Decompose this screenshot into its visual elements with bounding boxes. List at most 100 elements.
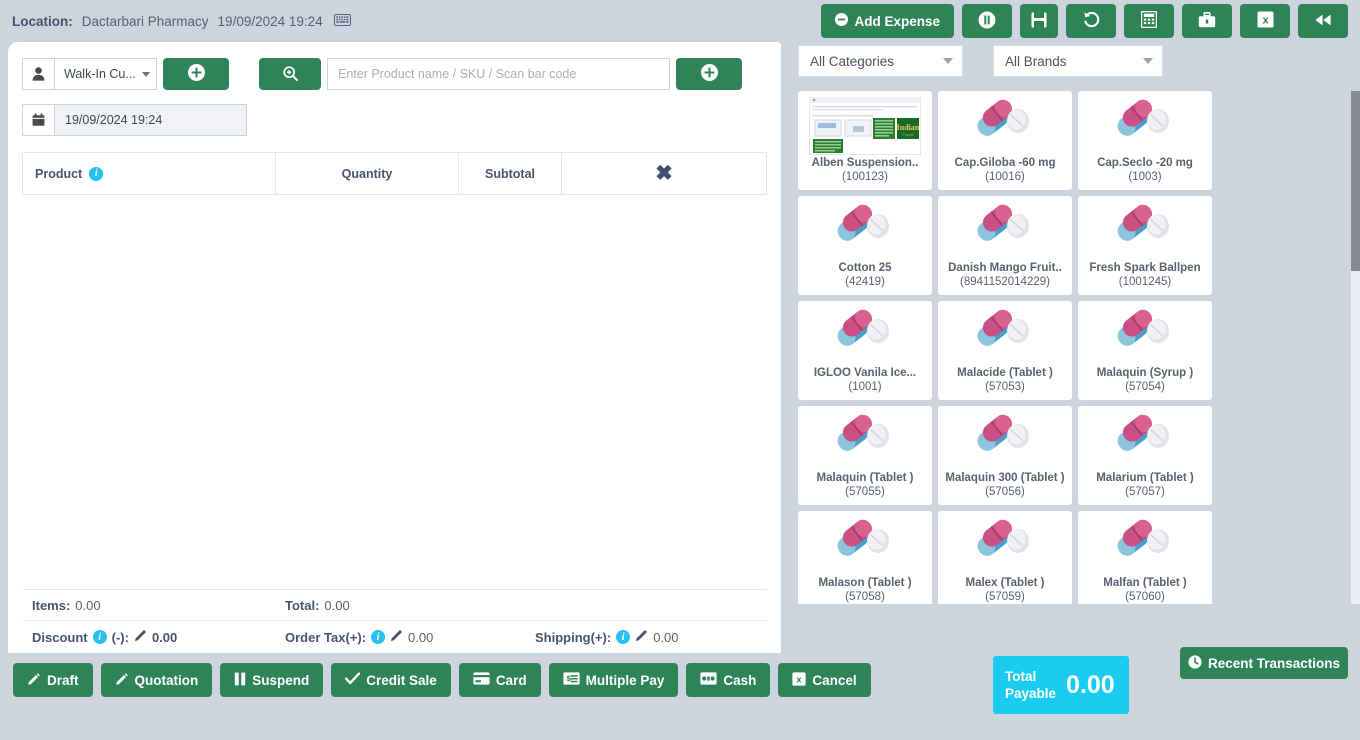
product-tile[interactable]: Cotton 25(42419): [798, 196, 932, 295]
edit-pencil-icon[interactable]: [390, 629, 403, 645]
calculator-button[interactable]: [1124, 4, 1174, 38]
collapse-button[interactable]: [1298, 4, 1348, 38]
plus-circle-icon: [701, 64, 718, 84]
pills-icon: [1115, 411, 1175, 471]
catalog-filters: All Categories All Brands: [790, 42, 1360, 77]
product-tile[interactable]: Malarium (Tablet )(57057): [1078, 406, 1212, 505]
product-tile[interactable]: Malaquin (Syrup )(57054): [1078, 301, 1212, 400]
add-expense-label: Add Expense: [854, 14, 940, 29]
cancel-button[interactable]: xCancel: [778, 663, 870, 697]
product-search-button[interactable]: [259, 58, 321, 90]
order-panel: Walk-In Cu...: [8, 42, 781, 653]
briefcase-icon: [1198, 12, 1216, 31]
quotation-button[interactable]: Quotation: [101, 663, 213, 697]
add-customer-button[interactable]: [163, 58, 229, 90]
product-tile-sku: (57060): [1125, 590, 1165, 604]
recent-transactions-button[interactable]: Recent Transactions: [1180, 647, 1348, 679]
pills-icon: [1115, 201, 1175, 261]
customer-select[interactable]: Walk-In Cu...: [54, 58, 157, 90]
items-total: Items: 0.00: [32, 598, 285, 613]
multiple-pay-button-label: Multiple Pay: [586, 673, 665, 688]
totals-row-secondary: Discount i (-): 0.00 Order Tax(+): i 0.0…: [22, 620, 767, 653]
product-tile-name: Cotton 25: [838, 261, 891, 275]
multiple-pay-button[interactable]: $Multiple Pay: [549, 663, 679, 697]
draft-button[interactable]: Draft: [13, 663, 93, 697]
product-tile[interactable]: IGLOO Vanila Ice...(1001): [798, 301, 932, 400]
category-filter-select[interactable]: All Categories: [798, 45, 963, 77]
column-header-subtotal: Subtotal: [459, 153, 562, 194]
pause-button[interactable]: [962, 4, 1012, 38]
refresh-button[interactable]: [1066, 4, 1116, 38]
product-tile[interactable]: Malaquin 300 (Tablet )(57056): [938, 406, 1072, 505]
cash-button[interactable]: Cash: [686, 663, 770, 697]
product-tile[interactable]: Malex (Tablet )(57059): [938, 511, 1072, 604]
product-tile[interactable]: IndianForestAlben Suspension..(100123): [798, 91, 932, 190]
header-datetime: 19/09/2024 19:24: [218, 14, 323, 29]
product-tile-sku: (100123): [842, 170, 888, 185]
location-value: Dactarbari Pharmacy: [82, 14, 209, 29]
product-tile-name: Malaquin (Syrup ): [1097, 366, 1193, 380]
order-date-field[interactable]: 19/09/2024 19:24: [54, 104, 247, 136]
rewind-icon: [1313, 13, 1333, 30]
card-button[interactable]: Card: [459, 663, 541, 697]
product-tile-sku: (57058): [845, 590, 885, 604]
suspend-button[interactable]: Suspend: [220, 663, 323, 697]
add-product-button[interactable]: [676, 58, 742, 90]
product-tile[interactable]: Malaquin (Tablet )(57055): [798, 406, 932, 505]
edit-pencil-icon: [115, 672, 129, 689]
scrollbar-thumb[interactable]: [1351, 91, 1360, 271]
shipping-value: 0.00: [653, 630, 678, 645]
pills-icon: [835, 306, 895, 366]
product-tile-name: Malarium (Tablet ): [1096, 471, 1194, 485]
product-tile-sku: (57059): [985, 590, 1025, 604]
product-tile-name: Malason (Tablet ): [818, 576, 911, 590]
product-tile[interactable]: Fresh Spark Ballpen(1001245): [1078, 196, 1212, 295]
pos-app: Location: Dactarbari Pharmacy 19/09/2024…: [0, 0, 1360, 740]
info-icon[interactable]: i: [93, 630, 107, 644]
info-icon[interactable]: i: [371, 630, 385, 644]
footer-action-buttons: DraftQuotationSuspendCredit SaleCard$Mul…: [13, 663, 871, 697]
product-tile[interactable]: Cap.Giloba -60 mg(10016): [938, 91, 1072, 190]
check-icon: [345, 672, 360, 688]
pills-icon: [975, 306, 1035, 366]
close-x-icon: ✖: [655, 163, 673, 184]
edit-pencil-icon[interactable]: [134, 629, 147, 645]
chevron-down-icon: [142, 72, 150, 77]
info-icon[interactable]: i: [616, 630, 630, 644]
product-tile[interactable]: Danish Mango Fruit..(8941152014229): [938, 196, 1072, 295]
credit-sale-button[interactable]: Credit Sale: [331, 663, 451, 697]
discount-total: Discount i (-): 0.00: [32, 629, 285, 645]
toolbox-button[interactable]: [1182, 4, 1232, 38]
product-search-group: [259, 58, 670, 90]
product-tile-sku: (1001245): [1119, 275, 1171, 290]
brand-filter-select[interactable]: All Brands: [993, 45, 1163, 77]
product-tile-name: Danish Mango Fruit..: [948, 261, 1062, 275]
location-label: Location:: [12, 14, 73, 29]
add-expense-button[interactable]: Add Expense: [821, 4, 954, 38]
product-search-input[interactable]: [327, 58, 670, 90]
pause-icon: [234, 672, 246, 689]
product-grid-scrollbar[interactable]: [1351, 91, 1360, 604]
product-tile-name: Fresh Spark Ballpen: [1089, 261, 1200, 275]
clear-all-items-button[interactable]: ✖: [562, 153, 766, 194]
product-tile-sku: (57056): [985, 485, 1025, 500]
product-tile-name: Malaquin 300 (Tablet ): [945, 471, 1064, 485]
product-tile-sku: (57054): [1125, 380, 1165, 395]
product-tile[interactable]: Malfan (Tablet )(57060): [1078, 511, 1212, 604]
svg-text:x: x: [1262, 15, 1269, 27]
clock-icon: [1188, 655, 1202, 672]
pause-circle-icon: [978, 11, 996, 32]
close-register-button[interactable]: x: [1240, 4, 1290, 38]
product-tile-name: Malacide (Tablet ): [957, 366, 1053, 380]
product-tile[interactable]: Malason (Tablet )(57058): [798, 511, 932, 604]
keyboard-icon[interactable]: [334, 14, 351, 29]
order-tax-value: 0.00: [408, 630, 433, 645]
info-icon[interactable]: i: [89, 167, 103, 181]
toolbar-buttons: Add Expense: [821, 4, 1348, 38]
edit-pencil-icon[interactable]: [635, 629, 648, 645]
cash-button-label: Cash: [723, 673, 756, 688]
product-tile[interactable]: Cap.Seclo -20 mg(1003): [1078, 91, 1212, 190]
product-tile-name: IGLOO Vanila Ice...: [814, 366, 916, 380]
save-register-button[interactable]: [1020, 4, 1058, 38]
product-tile[interactable]: Malacide (Tablet )(57053): [938, 301, 1072, 400]
